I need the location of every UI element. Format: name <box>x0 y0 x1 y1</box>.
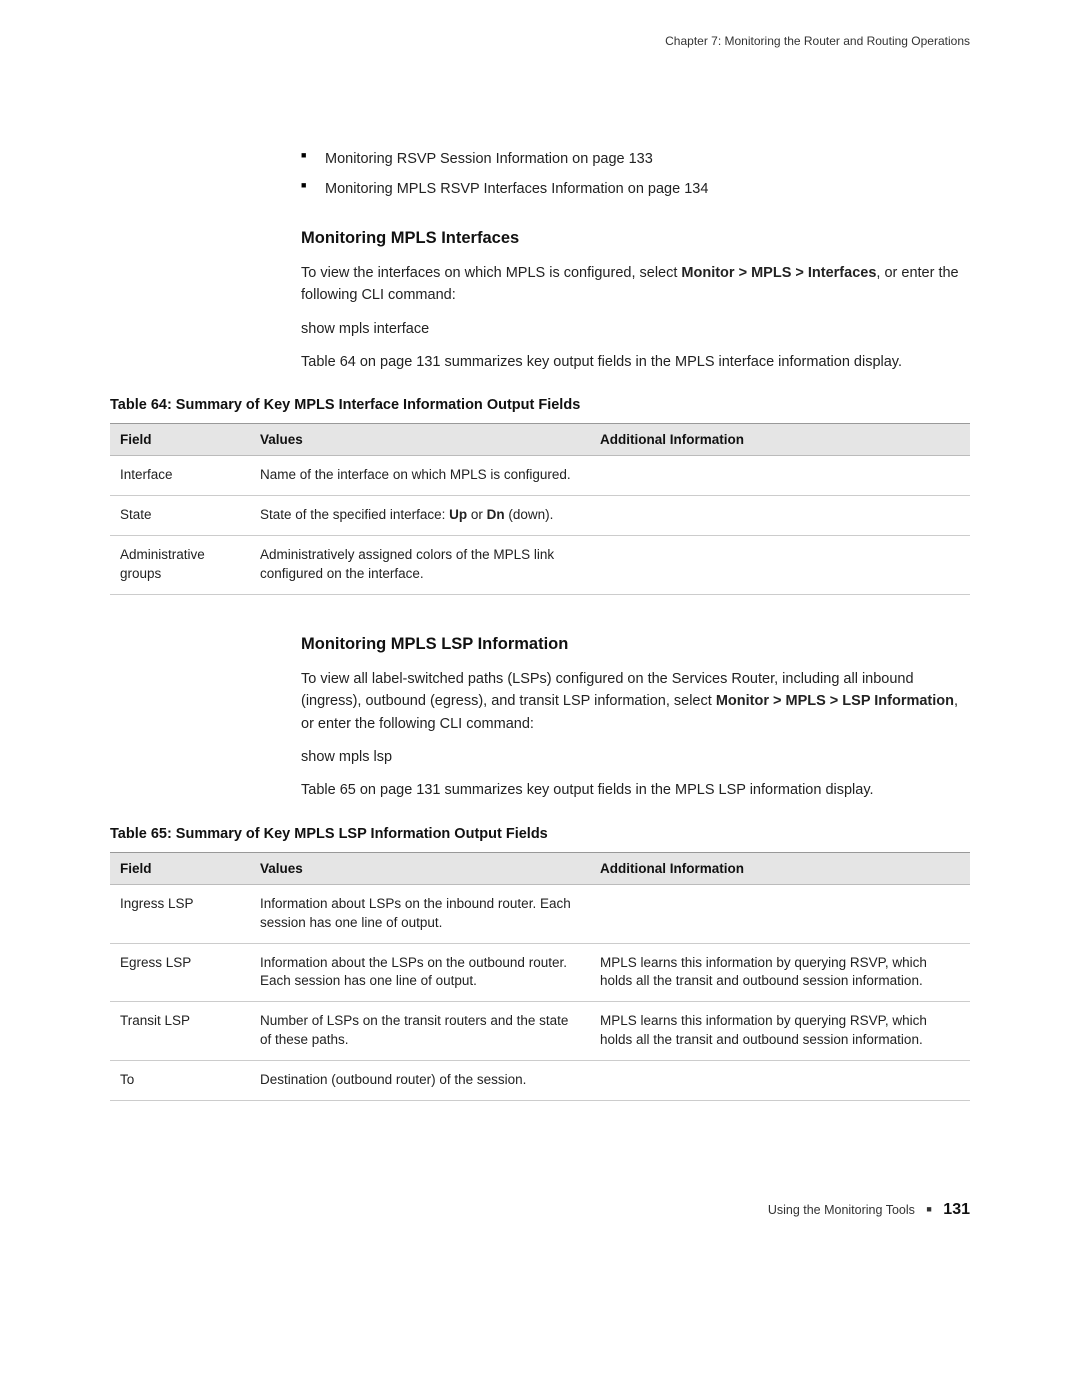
table-row: To Destination (outbound router) of the … <box>110 1061 970 1101</box>
table-header-row: Field Values Additional Information <box>110 852 970 884</box>
menu-path: Monitor > MPLS > Interfaces <box>681 265 876 281</box>
square-bullet-icon: ■ <box>926 1204 931 1214</box>
table-row: State State of the specified interface: … <box>110 496 970 536</box>
paragraph: To view the interfaces on which MPLS is … <box>301 262 970 307</box>
col-additional: Additional Information <box>590 852 970 884</box>
table-row: Interface Name of the interface on which… <box>110 456 970 496</box>
cell-field: Transit LSP <box>110 1002 250 1061</box>
page: Chapter 7: Monitoring the Router and Rou… <box>0 0 1080 1259</box>
table-row: Egress LSP Information about the LSPs on… <box>110 943 970 1002</box>
text: or <box>467 507 487 522</box>
cell-values: Number of LSPs on the transit routers an… <box>250 1002 590 1061</box>
cell-values: Information about the LSPs on the outbou… <box>250 943 590 1002</box>
cell-info <box>590 496 970 536</box>
bullet-list: Monitoring RSVP Session Information on p… <box>301 148 970 201</box>
cell-info <box>590 456 970 496</box>
body-column: Monitoring RSVP Session Information on p… <box>301 148 970 373</box>
page-number: 131 <box>943 1201 970 1218</box>
section-heading-mpls-interfaces: Monitoring MPLS Interfaces <box>301 229 970 248</box>
cell-info: MPLS learns this information by querying… <box>590 1002 970 1061</box>
cell-field: Ingress LSP <box>110 884 250 943</box>
col-additional: Additional Information <box>590 424 970 456</box>
cli-command: show mpls lsp <box>301 749 970 765</box>
cell-values: Destination (outbound router) of the ses… <box>250 1061 590 1101</box>
bullet-item: Monitoring MPLS RSVP Interfaces Informat… <box>301 178 970 200</box>
chapter-header: Chapter 7: Monitoring the Router and Rou… <box>110 34 970 48</box>
cell-values: State of the specified interface: Up or … <box>250 496 590 536</box>
footer-text: Using the Monitoring Tools <box>768 1203 915 1217</box>
col-values: Values <box>250 424 590 456</box>
cell-field: Egress LSP <box>110 943 250 1002</box>
state-up: Up <box>449 507 467 522</box>
table-64: Field Values Additional Information Inte… <box>110 423 970 595</box>
body-column: Monitoring MPLS LSP Information To view … <box>301 635 970 802</box>
menu-path: Monitor > MPLS > LSP Information <box>716 693 954 709</box>
text: (down). <box>505 507 554 522</box>
paragraph: To view all label-switched paths (LSPs) … <box>301 668 970 735</box>
table-row: Transit LSP Number of LSPs on the transi… <box>110 1002 970 1061</box>
text: State of the specified interface: <box>260 507 449 522</box>
cell-info <box>590 536 970 595</box>
cell-field: Interface <box>110 456 250 496</box>
section-heading-mpls-lsp: Monitoring MPLS LSP Information <box>301 635 970 654</box>
col-field: Field <box>110 852 250 884</box>
page-footer: Using the Monitoring Tools ■ 131 <box>110 1201 970 1219</box>
table-row: Administrative groups Administratively a… <box>110 536 970 595</box>
table-header-row: Field Values Additional Information <box>110 424 970 456</box>
cell-values: Information about LSPs on the inbound ro… <box>250 884 590 943</box>
state-dn: Dn <box>487 507 505 522</box>
col-field: Field <box>110 424 250 456</box>
cell-field: Administrative groups <box>110 536 250 595</box>
text: To view the interfaces on which MPLS is … <box>301 265 681 281</box>
table-caption-65: Table 65: Summary of Key MPLS LSP Inform… <box>110 826 970 842</box>
cell-info: MPLS learns this information by querying… <box>590 943 970 1002</box>
cell-field: To <box>110 1061 250 1101</box>
bullet-item: Monitoring RSVP Session Information on p… <box>301 148 970 170</box>
cell-field: State <box>110 496 250 536</box>
cli-command: show mpls interface <box>301 321 970 337</box>
table-65: Field Values Additional Information Ingr… <box>110 852 970 1101</box>
cell-values: Administratively assigned colors of the … <box>250 536 590 595</box>
cell-info <box>590 1061 970 1101</box>
cell-values: Name of the interface on which MPLS is c… <box>250 456 590 496</box>
paragraph: Table 65 on page 131 summarizes key outp… <box>301 779 970 801</box>
cell-info <box>590 884 970 943</box>
col-values: Values <box>250 852 590 884</box>
table-row: Ingress LSP Information about LSPs on th… <box>110 884 970 943</box>
paragraph: Table 64 on page 131 summarizes key outp… <box>301 351 970 373</box>
table-caption-64: Table 64: Summary of Key MPLS Interface … <box>110 397 970 413</box>
